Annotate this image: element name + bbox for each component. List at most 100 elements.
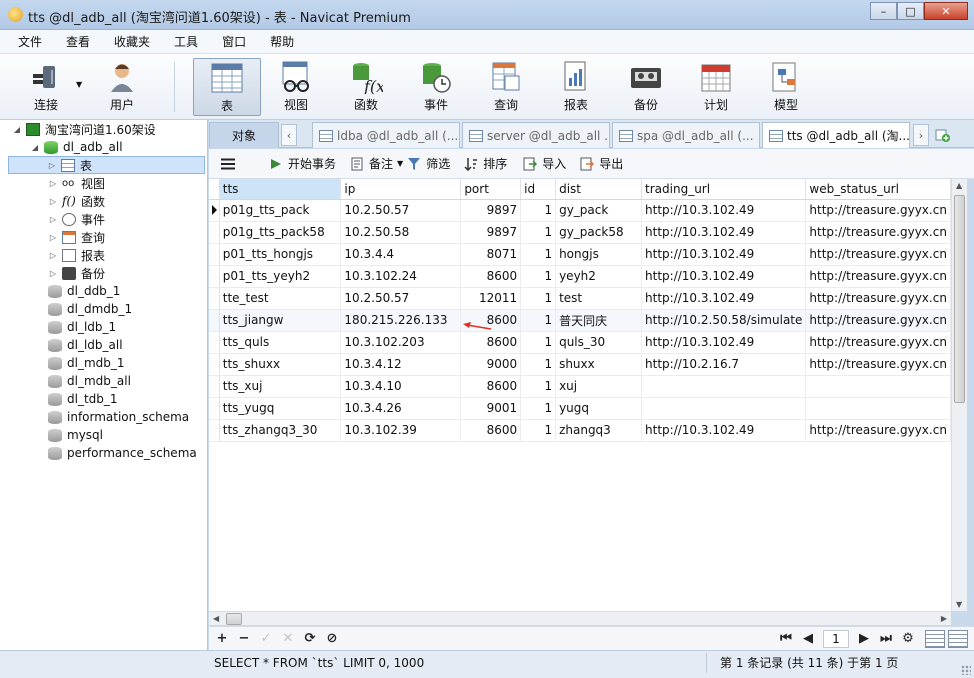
menu-view[interactable]: 查看 [54,33,102,50]
tree-database[interactable]: dl_ldb_1 [48,318,116,336]
table-cell-port[interactable]: 9897 [460,221,522,244]
tab-objects[interactable]: 对象 [209,122,279,148]
table-cell-tts[interactable]: p01_tts_yeyh2 [219,265,342,288]
table-cell-id[interactable]: 1 [520,309,557,332]
table-cell-ip[interactable]: 10.2.50.57 [340,199,462,222]
table-cell-id[interactable]: 1 [520,375,557,398]
table-cell-web-status-url[interactable]: http://treasure.gyyx.cn [805,243,951,266]
table-cell-id[interactable]: 1 [520,397,557,420]
horizontal-scrollbar[interactable]: ◀ ▶ [209,611,951,625]
collapse-arrow-icon[interactable]: ◢ [12,125,22,134]
row-indicator[interactable] [209,199,220,222]
table-cell-web-status-url[interactable]: http://treasure.gyyx.cn [805,265,951,288]
table-cell-tts[interactable]: tts_jiangw [219,309,342,332]
tree-item-functions[interactable]: ▷ f() 函数 [48,192,105,210]
begin-transaction-button[interactable]: 开始事务 [269,155,336,172]
table-cell-web-status-url[interactable]: http://treasure.gyyx.cn [805,287,951,310]
table-row[interactable]: p01g_tts_pack58 10.2.50.58 9897 1 gy_pack58 h… [209,221,951,244]
menu-help[interactable]: 帮助 [258,33,306,50]
table-row[interactable]: tts_yugq 10.3.4.26 9001 1 yugq [209,397,951,420]
table-cell-port[interactable]: 8600 [460,375,522,398]
table-cell-id[interactable]: 1 [520,265,557,288]
table-cell-id[interactable]: 1 [520,419,557,442]
row-indicator[interactable] [209,397,220,420]
table-row[interactable]: tts_shuxx 10.3.4.12 9000 1 shuxx http://10.2.… [209,353,951,376]
table-cell-dist[interactable]: gy_pack [555,199,643,222]
table-cell-id[interactable]: 1 [520,199,557,222]
table-cell-dist[interactable]: gy_pack58 [555,221,643,244]
tree-database[interactable]: dl_ldb_all [48,336,123,354]
table-cell-tts[interactable]: tts_zhangq3_30 [219,419,342,442]
first-page-button[interactable]: ⏮ [775,631,797,646]
table-cell-trading-url[interactable]: http://10.3.102.49 [641,419,807,442]
expand-arrow-icon[interactable]: ▷ [48,215,58,224]
table-cell-tts[interactable]: p01g_tts_pack58 [219,221,342,244]
table-cell-ip[interactable]: 10.3.102.39 [340,419,462,442]
table-cell-id[interactable]: 1 [520,221,557,244]
tab-spa[interactable]: spa @dl_adb_all (... [612,122,760,148]
table-cell-id[interactable]: 1 [520,243,557,266]
tree-database[interactable]: dl_dmdb_1 [48,300,132,318]
table-cell-tts[interactable]: p01_tts_hongjs [219,243,342,266]
table-cell-ip[interactable]: 10.3.4.10 [340,375,462,398]
backup-button[interactable]: 备份 [614,58,678,116]
query-button[interactable]: 查询 [474,58,538,116]
table-row[interactable]: tte_test 10.2.50.57 12011 1 test http://10.3.… [209,287,951,310]
row-indicator[interactable] [209,419,220,442]
next-page-button[interactable]: ▶ [853,631,875,646]
column-header-tts[interactable]: tts [219,179,342,200]
maximize-button[interactable]: □ [897,2,924,20]
delete-record-button[interactable]: − [233,631,255,646]
table-cell-trading-url[interactable]: http://10.2.16.7 [641,353,807,376]
new-tab-icon[interactable] [935,124,951,146]
table-cell-port[interactable]: 8071 [460,243,522,266]
table-cell-ip[interactable]: 10.2.50.58 [340,221,462,244]
menu-tools[interactable]: 工具 [162,33,210,50]
column-header-trading-url[interactable]: trading_url [641,179,807,200]
tab-scroll-right-icon[interactable]: › [913,124,929,146]
tree-database[interactable]: mysql [48,426,103,444]
column-header-ip[interactable]: ip [340,179,462,200]
table-cell-port[interactable]: 8600 [460,331,522,354]
table-row[interactable]: tts_zhangq3_30 10.3.102.39 8600 1 zhangq3 htt… [209,419,951,442]
table-cell-dist[interactable]: test [555,287,643,310]
resize-grip-icon[interactable] [961,665,971,675]
column-header-web-status-url[interactable]: web_status_url [805,179,951,200]
row-indicator[interactable] [209,331,220,354]
stop-button[interactable]: ⊘ [321,631,343,646]
apply-changes-button[interactable]: ✓ [255,631,277,646]
tree-item-queries[interactable]: ▷ 查询 [48,228,105,246]
table-cell-web-status-url[interactable]: http://treasure.gyyx.cn [805,419,951,442]
expand-arrow-icon[interactable]: ▷ [48,179,58,188]
table-cell-port[interactable]: 9000 [460,353,522,376]
minimize-button[interactable]: – [870,2,897,20]
table-row[interactable]: p01_tts_yeyh2 10.3.102.24 8600 1 yeyh2 http:/… [209,265,951,288]
close-button[interactable]: ✕ [924,2,968,20]
expand-arrow-icon[interactable]: ▷ [48,251,58,260]
collapse-arrow-icon[interactable]: ◢ [30,143,40,152]
table-cell-port[interactable]: 12011 [460,287,522,310]
table-cell-dist[interactable]: xuj [555,375,643,398]
previous-page-button[interactable]: ◀ [797,631,819,646]
table-cell-ip[interactable]: 180.215.226.133 [340,309,462,332]
tree-database[interactable]: dl_mdb_all [48,372,131,390]
table-cell-ip[interactable]: 10.2.50.57 [340,287,462,310]
vertical-scrollbar[interactable]: ▲ ▼ [951,179,967,611]
expand-arrow-icon[interactable]: ▷ [48,197,58,206]
table-cell-tts[interactable]: tts_shuxx [219,353,342,376]
tree-database[interactable]: dl_tdb_1 [48,390,118,408]
table-cell-dist[interactable]: yugq [555,397,643,420]
table-cell-ip[interactable]: 10.3.4.26 [340,397,462,420]
tree-item-backups[interactable]: ▷ 备份 [48,264,105,282]
connect-button[interactable]: 连接 [14,58,78,116]
tree-item-views[interactable]: ▷ oo 视图 [48,174,105,192]
scroll-down-icon[interactable]: ▼ [956,600,962,609]
tab-ldba[interactable]: ldba @dl_adb_all (... [312,122,460,148]
view-button[interactable]: 视图 [264,58,328,116]
table-cell-dist[interactable]: yeyh2 [555,265,643,288]
table-cell-tts[interactable]: tte_test [219,287,342,310]
table-cell-trading-url[interactable]: http://10.3.102.49 [641,331,807,354]
tree-connection[interactable]: ◢ 淘宝湾问道1.60架设 [12,120,156,138]
table-cell-web-status-url[interactable]: http://treasure.gyyx.cn [805,331,951,354]
grid-settings-button[interactable]: ⚙ [897,631,919,646]
